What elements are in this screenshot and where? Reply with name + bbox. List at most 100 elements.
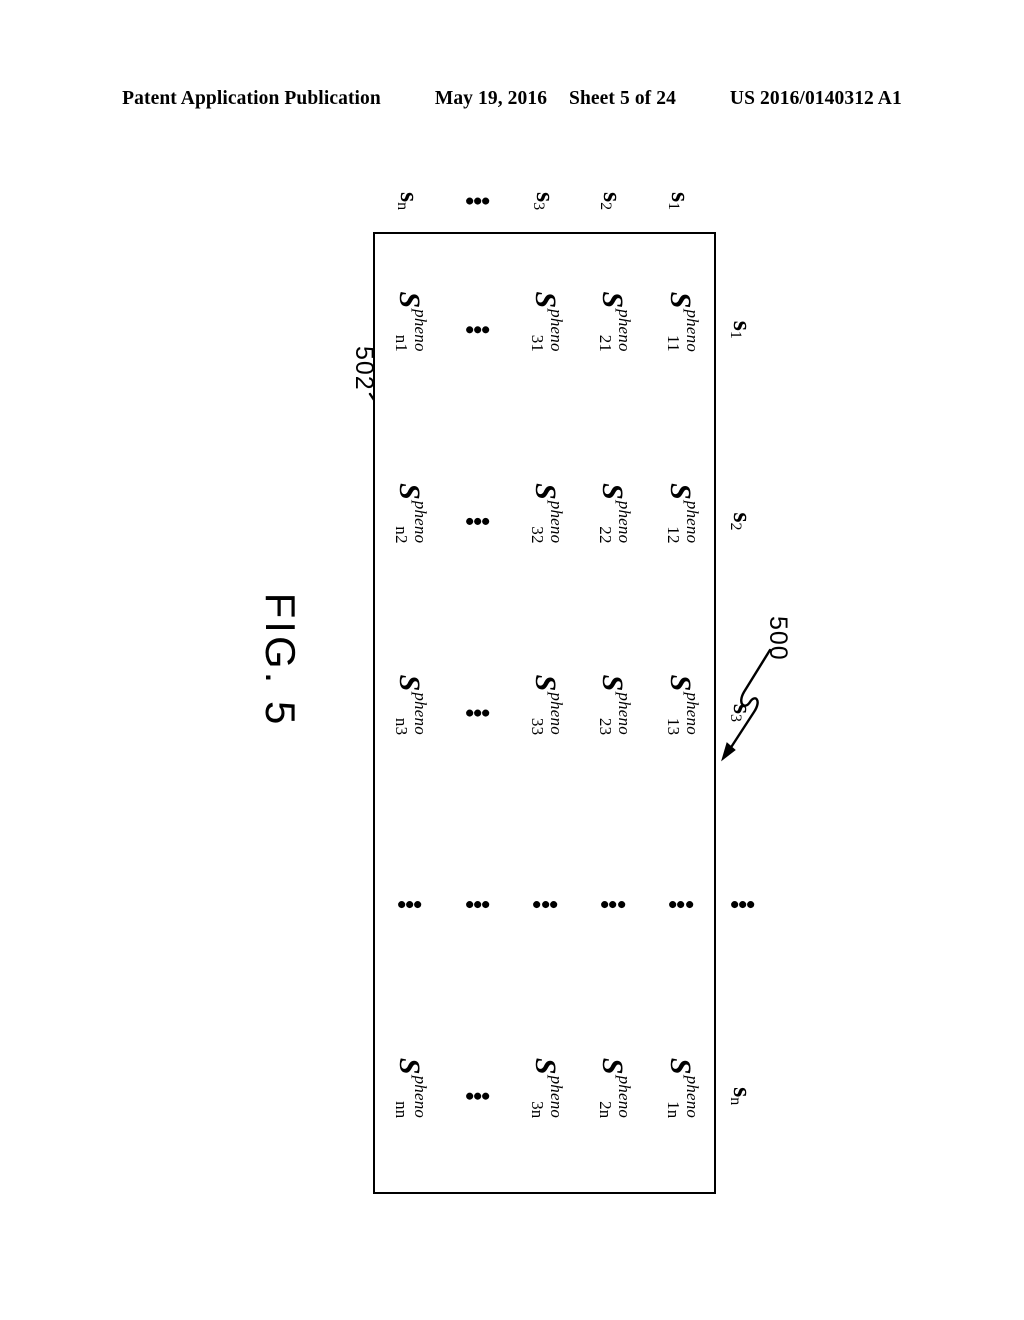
- cell-subscript: 22: [595, 526, 615, 544]
- cell-subscript: nn: [392, 1101, 412, 1119]
- matrix-grid: Spheno 11 Spheno 12 Spheno 13 • • • Spheno 1n …: [375, 234, 714, 1192]
- cell-symbol: S: [596, 674, 630, 692]
- cell-subscript: 1n: [663, 1101, 683, 1119]
- patent-page-header: Patent Application Publication May 19, 2…: [0, 88, 1024, 110]
- row-header-sn-sub: n: [393, 202, 411, 211]
- cell-superscript: pheno: [547, 692, 567, 735]
- publication-date: May 19, 2016: [434, 88, 548, 109]
- cell-superscript: pheno: [614, 309, 634, 352]
- cell-symbol: S: [528, 483, 562, 500]
- cell-symbol: S: [528, 674, 562, 692]
- column-header-s2-base: s: [728, 512, 757, 523]
- matrix-cell-5-1: Spheno n1: [375, 234, 443, 426]
- matrix-cell-4-5: • • •: [443, 1000, 511, 1192]
- cell-superscript: pheno: [547, 309, 567, 352]
- cell-symbol: S: [664, 483, 698, 500]
- matrix-cell-4-2: • • •: [443, 426, 511, 618]
- cell-symbol: S: [528, 1057, 562, 1075]
- matrix-cell-2-5: Spheno 2n: [578, 1000, 646, 1192]
- vertical-ellipsis-icon: • • •: [454, 516, 501, 526]
- column-header-s3-sub: 3: [727, 714, 744, 723]
- vertical-ellipsis-icon: • • •: [454, 900, 501, 910]
- column-header-sn-sub: n: [727, 1097, 744, 1106]
- row-header-sn: sn: [375, 174, 443, 228]
- column-header-s1-sub: 1: [727, 330, 744, 339]
- cell-superscript: pheno: [411, 692, 431, 735]
- cell-symbol: S: [664, 291, 698, 309]
- column-header-s1-base: s: [728, 320, 757, 331]
- row-header-s1: s1: [646, 174, 714, 228]
- cell-subscript: 11: [663, 335, 683, 352]
- vertical-ellipsis-icon: • • •: [522, 900, 568, 910]
- cell-subscript: n2: [392, 526, 412, 544]
- matrix-cell-1-5: Spheno 1n: [646, 1000, 714, 1192]
- cell-subscript: n3: [392, 717, 412, 736]
- column-header-ellipsis: • • •: [719, 809, 766, 1001]
- matrix-cell-4-4: • • •: [443, 809, 511, 1001]
- row-header-ellipsis: • • •: [443, 174, 511, 228]
- matrix-cell-1-1: Spheno 11: [646, 234, 714, 426]
- cell-symbol: S: [392, 1057, 426, 1075]
- cell-subscript: 33: [528, 717, 548, 736]
- matrix-cell-3-1: Spheno 31: [511, 234, 579, 426]
- matrix-cell-3-5: Spheno 3n: [511, 1000, 579, 1192]
- matrix-cell-4-1: • • •: [443, 234, 511, 426]
- row-header-s2: s2: [578, 174, 646, 228]
- column-header-s2-sub: 2: [727, 522, 744, 531]
- matrix-cell-3-3: Spheno 33: [511, 617, 579, 809]
- row-header-s1-sub: 1: [665, 202, 683, 211]
- cell-subscript: 12: [663, 526, 683, 544]
- matrix-cell-2-3: Spheno 23: [578, 617, 646, 809]
- cell-superscript: pheno: [547, 1075, 567, 1119]
- cell-superscript: pheno: [411, 309, 431, 352]
- matrix-cell-2-4: • • •: [578, 809, 646, 1001]
- vertical-ellipsis-icon: • • •: [590, 900, 636, 910]
- cell-superscript: pheno: [547, 500, 567, 544]
- matrix-cell-4-3: • • •: [443, 617, 511, 809]
- cell-subscript: 32: [528, 526, 548, 544]
- matrix-cell-1-3: Spheno 13: [646, 617, 714, 809]
- row-header-s3-base: s: [530, 191, 560, 203]
- figure-5-drawing: 500 502 s1 s2 s3 • • • sn s1 s2 s 3 • • …: [212, 160, 812, 1194]
- vertical-ellipsis-icon: • • •: [454, 1091, 501, 1101]
- matrix-column-headers: s1 s2 s3 • • • sn: [719, 234, 766, 1192]
- row-header-s3: s3: [511, 174, 579, 228]
- cell-superscript: pheno: [614, 692, 634, 735]
- column-header-s3: s3: [720, 617, 764, 809]
- row-header-s3-sub: 3: [529, 202, 547, 211]
- cell-subscript: 31: [528, 334, 548, 353]
- cell-subscript: 3n: [528, 1101, 548, 1119]
- cell-subscript: 21: [595, 334, 615, 353]
- row-header-s2-sub: 2: [597, 202, 615, 211]
- vertical-ellipsis-icon: • • •: [454, 196, 501, 206]
- cell-superscript: pheno: [614, 500, 634, 544]
- cell-subscript: n1: [392, 334, 412, 353]
- matrix-cell-1-4: • • •: [646, 809, 714, 1001]
- publication-label: Patent Application Publication: [122, 88, 381, 109]
- cell-symbol: S: [664, 674, 698, 692]
- cell-superscript: pheno: [411, 500, 431, 544]
- matrix-row-headers: s1 s2 s3 • • • sn: [375, 174, 714, 228]
- cell-superscript: pheno: [411, 1075, 431, 1119]
- sheet-number: Sheet 5 of 24: [569, 88, 676, 109]
- cell-symbol: S: [664, 1057, 698, 1075]
- vertical-ellipsis-icon: • • •: [657, 900, 704, 910]
- matrix-cell-5-3: Spheno n3: [375, 617, 443, 809]
- cell-symbol: S: [392, 483, 426, 500]
- column-header-sn: sn: [720, 1000, 764, 1192]
- vertical-ellipsis-icon: • • •: [719, 900, 766, 910]
- vertical-ellipsis-icon: • • •: [454, 708, 501, 718]
- cell-subscript: 23: [595, 717, 615, 736]
- cell-subscript: 2n: [595, 1101, 615, 1119]
- cell-superscript: pheno: [682, 500, 702, 544]
- vertical-ellipsis-icon: • • •: [386, 900, 433, 910]
- cell-superscript: pheno: [682, 692, 702, 735]
- column-header-s2: s2: [720, 426, 764, 618]
- row-header-sn-base: s: [394, 191, 424, 203]
- figure-caption: FIG. 5: [257, 592, 304, 728]
- cell-symbol: S: [596, 1057, 630, 1075]
- matrix-cell-2-2: Spheno 22: [578, 426, 646, 618]
- cell-superscript: pheno: [682, 1075, 702, 1119]
- matrix-cell-1-2: Spheno 12: [646, 426, 714, 618]
- document-number: US 2016/0140312 A1: [729, 88, 902, 109]
